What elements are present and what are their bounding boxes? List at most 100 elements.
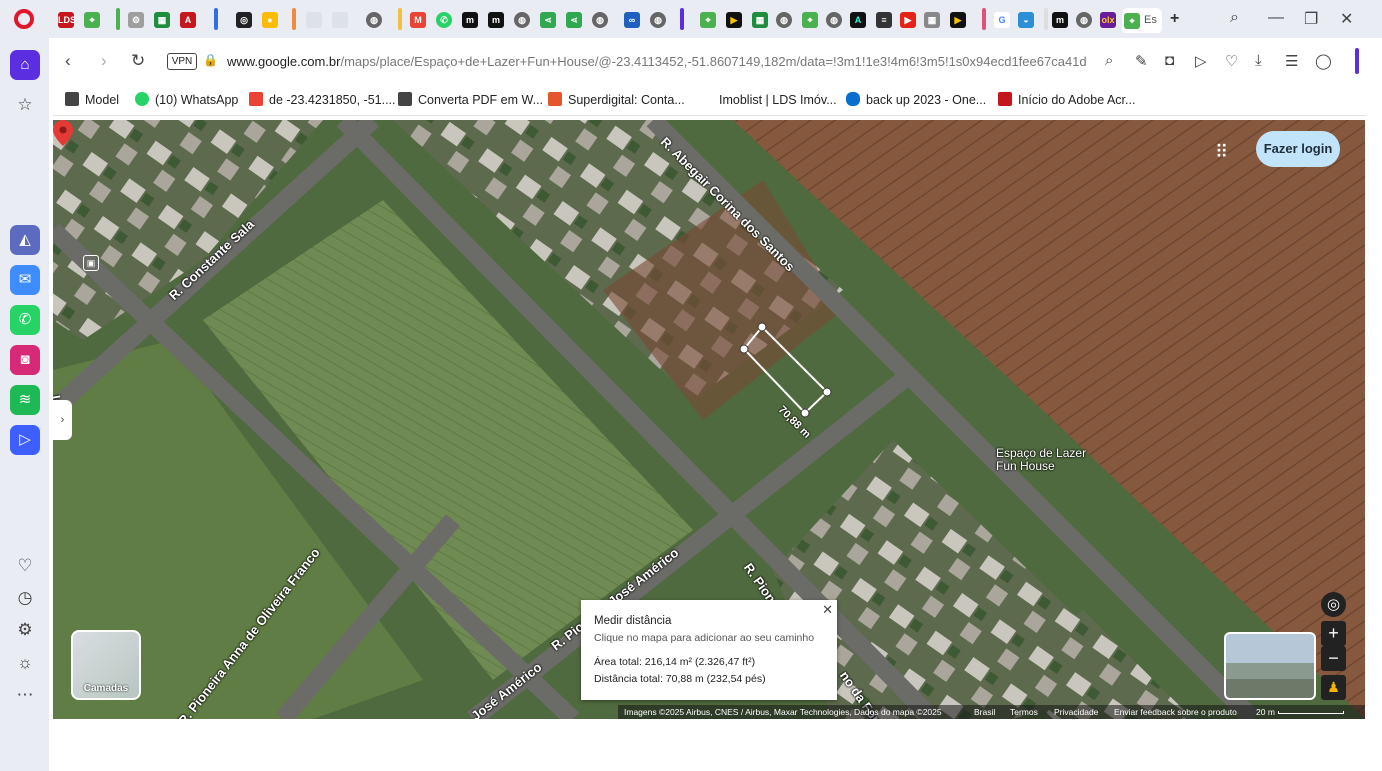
tab-youtube-icon[interactable]: ▶ <box>900 12 916 28</box>
tab-maps-icon[interactable]: ⌖ <box>802 12 818 28</box>
close-icon[interactable]: ✕ <box>822 602 833 618</box>
tab-sheets-icon[interactable]: ▦ <box>752 12 768 28</box>
player-icon[interactable]: ▷ <box>10 425 40 455</box>
tab-globe-icon[interactable]: ◍ <box>826 12 842 28</box>
tab-a-icon[interactable]: A <box>850 12 866 28</box>
search-tabs-icon[interactable]: ⌕ <box>1230 9 1239 27</box>
tab-olx-icon[interactable]: olx <box>1100 12 1116 28</box>
zoom-out-button[interactable]: − <box>1321 646 1346 671</box>
tab-blank-icon[interactable] <box>306 12 322 28</box>
search-icon[interactable]: ⌕ <box>1105 52 1113 69</box>
tab-google-icon[interactable]: G <box>994 12 1010 28</box>
lightbulb-icon[interactable]: ☼ <box>12 650 38 676</box>
heart-icon[interactable]: ♡ <box>1225 52 1238 70</box>
tab-share-icon[interactable]: ⋖ <box>566 12 582 28</box>
spotify-icon[interactable]: ≋ <box>10 385 40 415</box>
scale-label[interactable]: 20 m <box>1256 705 1275 719</box>
feedback-link[interactable]: Enviar feedback sobre o produto <box>1114 705 1237 719</box>
heart-icon[interactable]: ♡ <box>12 553 38 579</box>
back-button[interactable]: ‹ <box>65 51 71 71</box>
aria-icon[interactable]: ◭ <box>10 225 40 255</box>
tab-arrow-icon[interactable]: ▶ <box>950 12 966 28</box>
place-pin-icon[interactable] <box>53 120 73 146</box>
login-button[interactable]: Fazer login <box>1256 131 1340 167</box>
maximize-button[interactable]: ❐ <box>1304 9 1318 29</box>
country-link[interactable]: Brasil <box>974 705 995 719</box>
bookmark-item[interactable]: Converta PDF em W... <box>398 92 543 107</box>
tab-globe-icon[interactable]: ◍ <box>514 12 530 28</box>
pegman-icon[interactable]: ♟ <box>1321 675 1346 700</box>
tab-m-icon[interactable]: m <box>488 12 504 28</box>
tab-sheets-icon[interactable]: ▦ <box>154 12 170 28</box>
zoom-in-button[interactable]: + <box>1321 621 1346 646</box>
bookmark-item[interactable]: de -23.4231850, -51.... <box>249 92 395 107</box>
easy-setup-icon[interactable]: ☰ <box>1285 52 1298 70</box>
tab-app-icon[interactable]: ◒ <box>1018 12 1034 28</box>
forward-button[interactable]: › <box>101 51 107 71</box>
layers-button[interactable]: Camadas <box>71 630 141 700</box>
google-apps-icon[interactable]: ⠿ <box>1215 142 1231 162</box>
sidebar-toggle[interactable] <box>1355 48 1359 74</box>
profile-icon[interactable]: ◯ <box>1315 52 1332 70</box>
terms-link[interactable]: Termos <box>1010 705 1038 719</box>
tab-globe-icon[interactable]: ◍ <box>650 12 666 28</box>
bookmark-item[interactable]: Superdigital: Conta... <box>548 92 685 107</box>
history-icon[interactable]: ◷ <box>12 585 38 611</box>
bookmark-item[interactable]: Início do Adobe Acr... <box>998 92 1135 107</box>
tab-globe-icon[interactable]: ◍ <box>776 12 792 28</box>
new-tab-button[interactable]: + <box>1170 10 1179 28</box>
bookmark-item[interactable]: Imoblist | LDS Imóv... <box>699 92 837 107</box>
my-location-icon[interactable]: ◎ <box>1321 592 1346 617</box>
camera-icon[interactable]: ◘ <box>1165 52 1174 69</box>
settings-icon[interactable]: ⚙ <box>12 617 38 643</box>
measure-point[interactable] <box>739 344 749 354</box>
lock-icon[interactable]: 🔒 <box>203 53 218 67</box>
tab-maps-icon[interactable]: ⌖ <box>84 12 100 28</box>
reload-button[interactable]: ↻ <box>131 51 145 71</box>
minimize-button[interactable]: — <box>1268 9 1284 27</box>
tab-blank-icon[interactable] <box>332 12 348 28</box>
home-icon[interactable]: ⌂ <box>10 50 40 80</box>
tab-label-icon[interactable]: ≡ <box>876 12 892 28</box>
bookmark-item[interactable]: Model <box>65 92 119 107</box>
tab-maps-icon[interactable]: ⌖ <box>700 12 716 28</box>
tab-chrome-icon[interactable]: ● <box>262 12 278 28</box>
bookmark-item[interactable]: (10) WhatsApp <box>135 92 238 107</box>
measure-point[interactable] <box>822 387 832 397</box>
tab-grid-icon[interactable]: ▦ <box>924 12 940 28</box>
tab-m-icon[interactable]: m <box>462 12 478 28</box>
tab-loop-icon[interactable]: ∞ <box>624 12 640 28</box>
download-icon[interactable]: ⤓ <box>1255 52 1262 69</box>
whatsapp-icon[interactable]: ✆ <box>10 305 40 335</box>
url-field[interactable]: www.google.com.br/maps/place/Espaço+de+L… <box>227 54 1087 69</box>
measure-point[interactable] <box>800 408 810 418</box>
messenger-icon[interactable]: ✉ <box>10 265 40 295</box>
tab-globe-icon[interactable]: ◍ <box>592 12 608 28</box>
star-icon[interactable]: ☆ <box>12 92 38 118</box>
bookmark-item[interactable]: back up 2023 - One... <box>846 92 986 107</box>
tab-settings-icon[interactable]: ⚙ <box>128 12 144 28</box>
more-icon[interactable]: ⋯ <box>12 682 38 708</box>
tab-m-icon[interactable]: m <box>1052 12 1068 28</box>
tab-gmail-icon[interactable]: M <box>410 12 426 28</box>
measure-point[interactable] <box>757 322 767 332</box>
tab-whatsapp-icon[interactable]: ✆ <box>436 12 452 28</box>
vpn-badge[interactable]: VPN <box>167 53 197 70</box>
edit-icon[interactable]: ✎ <box>1135 52 1148 70</box>
street-view-thumbnail[interactable] <box>1224 632 1316 700</box>
instagram-icon[interactable]: ◙ <box>10 345 40 375</box>
tab-favicon[interactable]: LDS <box>58 12 76 28</box>
active-tab[interactable]: ⌖ Es <box>1122 8 1162 33</box>
expand-panel-button[interactable]: › <box>53 400 72 440</box>
tab-openai-icon[interactable]: ◎ <box>236 12 252 28</box>
close-window-button[interactable]: ✕ <box>1340 9 1353 29</box>
tab-arrow-icon[interactable]: ▶ <box>726 12 742 28</box>
privacy-link[interactable]: Privacidade <box>1054 705 1098 719</box>
place-label[interactable]: Espaço de Lazer Fun House <box>996 447 1086 472</box>
send-icon[interactable]: ▷ <box>1195 52 1207 70</box>
opera-logo-icon[interactable] <box>14 9 34 29</box>
tab-share-icon[interactable]: ⋖ <box>540 12 556 28</box>
map-small-icon[interactable]: ▣ <box>83 255 99 271</box>
tab-pdf-icon[interactable]: A <box>180 12 196 28</box>
satellite-map[interactable]: R. Abegair Corina dos Santos R. Constant… <box>53 120 1365 719</box>
